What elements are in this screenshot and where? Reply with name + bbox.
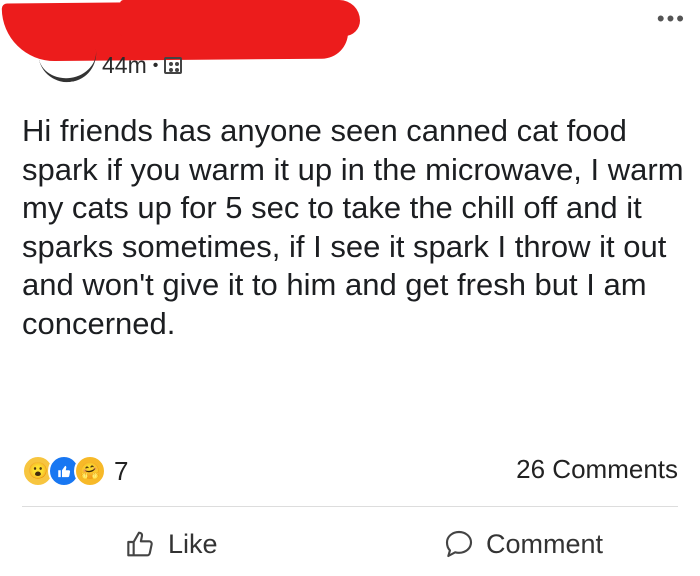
thumbs-up-icon [127, 531, 153, 557]
like-label: Like [168, 528, 218, 559]
care-reaction-icon: 🤗 [74, 455, 106, 487]
divider [22, 506, 678, 507]
post-text: Hi friends has anyone seen canned cat fo… [22, 113, 684, 341]
friends-privacy-icon [164, 57, 183, 74]
reaction-count: 7 [114, 455, 129, 486]
redacted-name-bar-top [120, 0, 360, 36]
more-options-icon[interactable]: ••• [657, 6, 686, 32]
post-meta: 44m • [102, 52, 183, 79]
comment-bubble-icon [445, 530, 473, 558]
comment-button[interactable]: Comment [442, 528, 603, 560]
meta-separator: • [152, 56, 159, 74]
like-button[interactable]: Like [124, 528, 218, 560]
comment-label: Comment [486, 528, 604, 559]
timestamp[interactable]: 44m [102, 52, 147, 79]
reactions-summary[interactable]: 😮 🤗 7 [22, 455, 128, 487]
comments-count-link[interactable]: 26 Comments [516, 454, 678, 485]
avatar [38, 46, 100, 86]
